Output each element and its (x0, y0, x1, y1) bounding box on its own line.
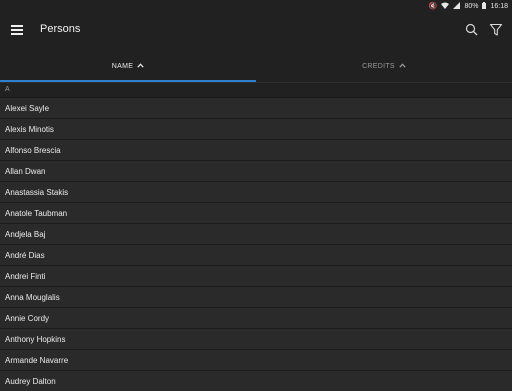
tab-credits-label: CREDITS (362, 63, 395, 70)
filter-icon[interactable] (488, 22, 504, 38)
list-item[interactable]: Alexis Minotis (0, 118, 512, 139)
battery-icon (482, 2, 487, 11)
list-item[interactable]: Armande Navarre (0, 349, 512, 370)
sort-up-icon (137, 63, 144, 70)
list-item[interactable]: Andjela Baj (0, 223, 512, 244)
list-item[interactable]: Annie Cordy (0, 307, 512, 328)
sort-up-icon (399, 63, 406, 70)
list-item[interactable]: Alexei Sayle (0, 97, 512, 118)
list-item[interactable]: Anthony Hopkins (0, 328, 512, 349)
menu-icon[interactable] (11, 25, 23, 35)
tab-credits[interactable]: CREDITS (256, 52, 512, 81)
section-header: A (5, 86, 10, 93)
list-item[interactable]: Alfonso Brescia (0, 139, 512, 160)
list-item[interactable]: Anatole Taubman (0, 202, 512, 223)
sort-tabs: NAME CREDITS (0, 52, 512, 83)
status-bar: 🔇 80% 16:18 (0, 0, 512, 13)
signal-icon (453, 2, 461, 11)
list-item[interactable]: Audrey Dalton (0, 370, 512, 391)
persons-list: Alexei Sayle Alexis Minotis Alfonso Bres… (0, 97, 512, 391)
list-item[interactable]: Andrei Finti (0, 265, 512, 286)
tab-name[interactable]: NAME (0, 52, 256, 81)
mute-icon: 🔇 (428, 3, 438, 10)
search-icon[interactable] (464, 22, 480, 38)
battery-percent: 80% (464, 3, 479, 10)
list-item[interactable]: Allan Dwan (0, 160, 512, 181)
tab-name-label: NAME (111, 63, 134, 70)
list-item[interactable]: Anna Mouglalis (0, 286, 512, 307)
active-tab-indicator (0, 80, 256, 82)
status-time: 16:18 (490, 3, 508, 10)
wifi-icon (441, 2, 450, 11)
page-title: Persons (40, 23, 81, 35)
app-bar: Persons (0, 13, 512, 50)
list-item[interactable]: Anastassia Stakis (0, 181, 512, 202)
list-item[interactable]: André Dias (0, 244, 512, 265)
